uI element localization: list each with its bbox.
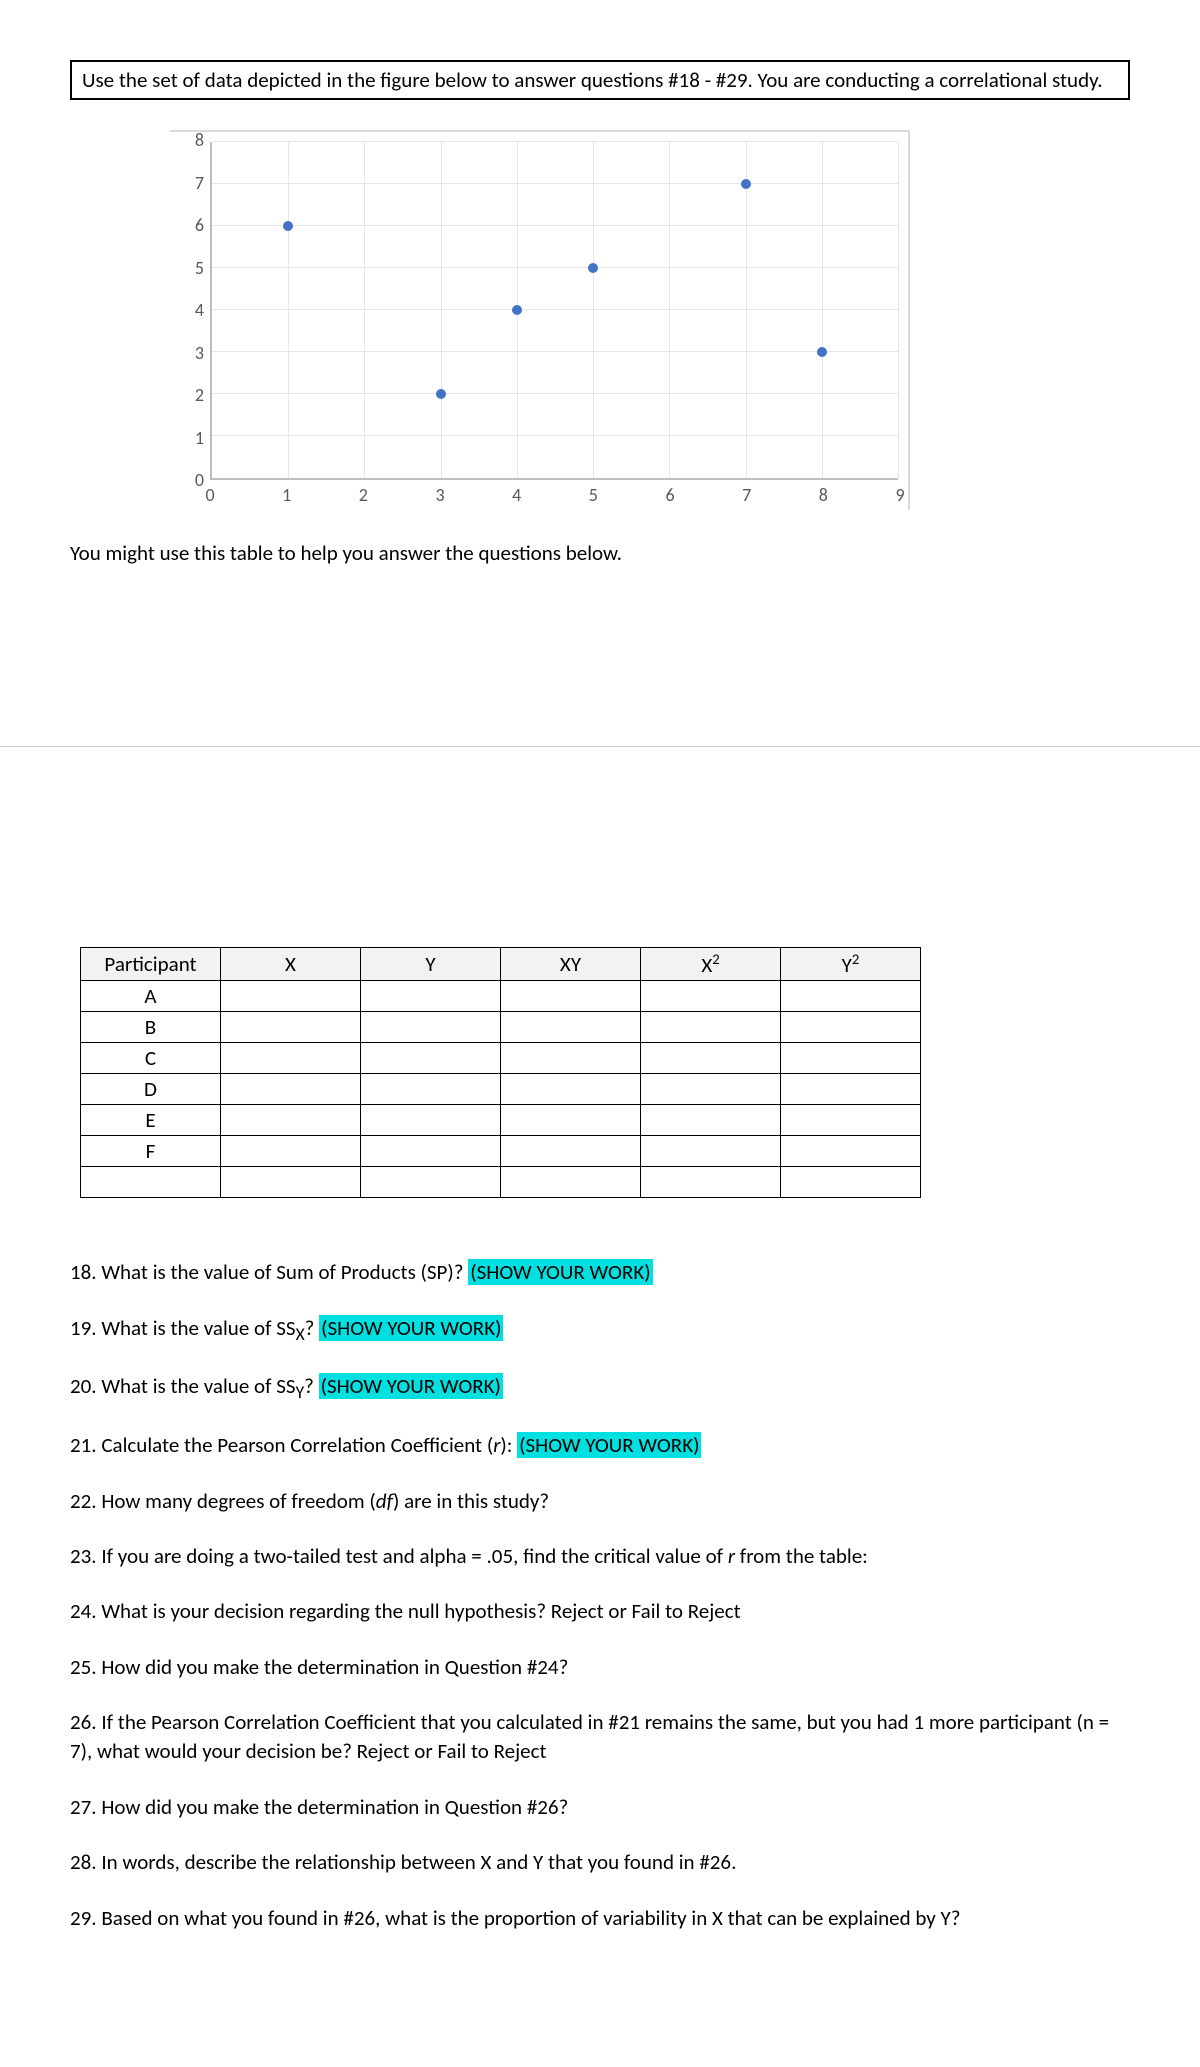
data-point — [512, 305, 522, 315]
empty-cell — [221, 1074, 361, 1105]
participant-cell: E — [81, 1105, 221, 1136]
empty-cell — [361, 1012, 501, 1043]
question-24: 24. What is your decision regarding the … — [70, 1597, 1130, 1626]
scatter-chart: 0123456780123456789 — [170, 130, 1130, 510]
question-22: 22. How many degrees of freedom (df) are… — [70, 1487, 1130, 1516]
x-tick-label: 8 — [808, 484, 838, 510]
question-23: 23. If you are doing a two-tailed test a… — [70, 1542, 1130, 1571]
y-tick-label: 6 — [170, 214, 204, 236]
table-row: F — [81, 1136, 921, 1167]
empty-cell — [221, 1012, 361, 1043]
y-tick-label: 7 — [170, 172, 204, 194]
data-point — [588, 263, 598, 273]
table-header: X — [221, 948, 361, 981]
y-tick-label: 2 — [170, 384, 204, 406]
table-row: E — [81, 1105, 921, 1136]
y-tick-label: 8 — [170, 129, 204, 151]
empty-cell — [221, 981, 361, 1012]
table-totals-row — [81, 1167, 921, 1198]
data-point — [817, 347, 827, 357]
empty-cell — [641, 1136, 781, 1167]
empty-cell — [361, 1105, 501, 1136]
table-row: C — [81, 1043, 921, 1074]
hint-text: You might use this table to help you ans… — [70, 540, 1130, 566]
question-18: 18. What is the value of Sum of Products… — [70, 1258, 1130, 1287]
empty-cell — [361, 1167, 501, 1198]
empty-cell — [221, 1043, 361, 1074]
question-28: 28. In words, describe the relationship … — [70, 1848, 1130, 1877]
participant-cell: A — [81, 981, 221, 1012]
x-tick-label: 7 — [732, 484, 762, 510]
empty-cell — [641, 981, 781, 1012]
participant-cell: D — [81, 1074, 221, 1105]
y-tick-label: 5 — [170, 257, 204, 279]
empty-cell — [781, 981, 921, 1012]
question-25: 25. How did you make the determination i… — [70, 1653, 1130, 1682]
question-19: 19. What is the value of SSX? (SHOW YOUR… — [70, 1314, 1130, 1347]
question-29: 29. Based on what you found in #26, what… — [70, 1904, 1130, 1933]
instruction-text: Use the set of data depicted in the figu… — [82, 67, 1103, 93]
data-point — [436, 389, 446, 399]
empty-cell — [501, 1043, 641, 1074]
y-tick-label: 4 — [170, 299, 204, 321]
x-tick-label: 1 — [272, 484, 302, 510]
empty-cell — [641, 1074, 781, 1105]
questions-list: 18. What is the value of Sum of Products… — [70, 1258, 1130, 1933]
x-tick-label: 5 — [578, 484, 608, 510]
table-header: Participant — [81, 948, 221, 981]
instruction-box: Use the set of data depicted in the figu… — [70, 60, 1130, 100]
empty-cell — [501, 1167, 641, 1198]
empty-cell — [501, 981, 641, 1012]
empty-cell — [781, 1136, 921, 1167]
y-tick-label: 1 — [170, 427, 204, 449]
table-header: Y2 — [781, 948, 921, 981]
x-tick-label: 0 — [195, 484, 225, 510]
empty-cell — [361, 981, 501, 1012]
participant-cell: B — [81, 1012, 221, 1043]
x-tick-label: 9 — [885, 484, 915, 510]
empty-cell — [361, 1074, 501, 1105]
question-20: 20. What is the value of SSY? (SHOW YOUR… — [70, 1372, 1130, 1405]
participant-cell: C — [81, 1043, 221, 1074]
empty-cell — [501, 1136, 641, 1167]
question-26: 26. If the Pearson Correlation Coefficie… — [70, 1708, 1130, 1767]
x-tick-label: 3 — [425, 484, 455, 510]
participant-cell: F — [81, 1136, 221, 1167]
empty-cell — [781, 1074, 921, 1105]
question-21: 21. Calculate the Pearson Correlation Co… — [70, 1431, 1130, 1460]
empty-cell — [81, 1167, 221, 1198]
table-header: X2 — [641, 948, 781, 981]
empty-cell — [361, 1043, 501, 1074]
table-row: D — [81, 1074, 921, 1105]
question-27: 27. How did you make the determination i… — [70, 1793, 1130, 1822]
empty-cell — [781, 1043, 921, 1074]
empty-cell — [781, 1012, 921, 1043]
empty-cell — [641, 1012, 781, 1043]
data-point — [283, 221, 293, 231]
empty-cell — [781, 1167, 921, 1198]
y-tick-label: 3 — [170, 342, 204, 364]
empty-cell — [361, 1136, 501, 1167]
empty-cell — [221, 1105, 361, 1136]
empty-cell — [501, 1105, 641, 1136]
table-header: Y — [361, 948, 501, 981]
x-tick-label: 2 — [348, 484, 378, 510]
empty-cell — [501, 1012, 641, 1043]
empty-cell — [781, 1105, 921, 1136]
data-point — [741, 179, 751, 189]
table-header: XY — [501, 948, 641, 981]
empty-cell — [221, 1136, 361, 1167]
x-tick-label: 6 — [655, 484, 685, 510]
table-row: B — [81, 1012, 921, 1043]
empty-cell — [641, 1105, 781, 1136]
empty-cell — [221, 1167, 361, 1198]
table-row: A — [81, 981, 921, 1012]
calculation-table: ParticipantXYXYX2Y2 ABCDEF — [80, 947, 921, 1198]
empty-cell — [641, 1043, 781, 1074]
x-tick-label: 4 — [502, 484, 532, 510]
empty-cell — [641, 1167, 781, 1198]
empty-cell — [501, 1074, 641, 1105]
page-divider — [0, 746, 1200, 747]
